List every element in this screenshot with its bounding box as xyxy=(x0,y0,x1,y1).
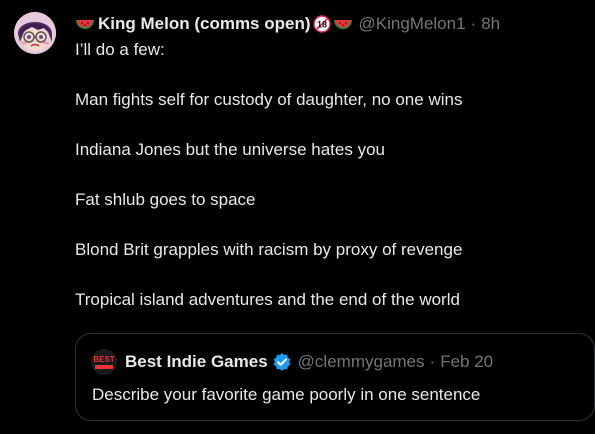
tweet-line: Man fights self for custody of daughter,… xyxy=(75,90,463,109)
display-name-text: King Melon (comms open) xyxy=(98,14,311,33)
quoted-tweet-text: Describe your favorite game poorly in on… xyxy=(92,385,481,404)
tweet-line: Fat shlub goes to space xyxy=(75,190,256,209)
timestamp[interactable]: 8h xyxy=(481,14,500,34)
tweet-line: Indiana Jones but the universe hates you xyxy=(75,140,385,159)
tweet-line: Tropical island adventures and the end o… xyxy=(75,290,460,309)
avatar[interactable] xyxy=(14,12,56,54)
age-badge-text: 18 xyxy=(316,20,326,30)
display-name[interactable]: King Melon (comms open) 18 xyxy=(75,14,359,34)
separator-dot: · xyxy=(429,352,436,371)
quoted-tweet[interactable]: BEST Best Indie Games @clemmygames · Feb… xyxy=(75,333,595,421)
tweet-text: I’ll do a few: Man fights self for custo… xyxy=(75,40,585,310)
tweet[interactable]: King Melon (comms open) 18 @KingMelon1 ·… xyxy=(0,0,595,434)
user-handle[interactable]: @KingMelon1 xyxy=(359,14,466,34)
quoted-avatar[interactable]: BEST xyxy=(91,349,117,375)
tweet-line: I’ll do a few: xyxy=(75,40,165,59)
verified-badge-icon xyxy=(272,352,292,372)
tweet-header: King Melon (comms open) 18 @KingMelon1 ·… xyxy=(75,13,585,35)
tweet-content: King Melon (comms open) 18 @KingMelon1 ·… xyxy=(75,13,585,310)
quoted-user-handle[interactable]: @clemmygames xyxy=(298,352,425,372)
watermelon-icon xyxy=(333,17,353,31)
quoted-timestamp[interactable]: Feb 20 xyxy=(440,352,493,372)
age-18-icon: 18 xyxy=(312,15,331,33)
watermelon-icon xyxy=(75,17,95,31)
quoted-display-name[interactable]: Best Indie Games xyxy=(125,352,268,372)
tweet-line: Blond Brit grapples with racism by proxy… xyxy=(75,240,463,259)
separator-dot: · xyxy=(470,14,477,33)
quoted-tweet-header: BEST Best Indie Games @clemmygames · Feb… xyxy=(91,349,493,375)
quoted-avatar-text: BEST xyxy=(93,355,114,364)
